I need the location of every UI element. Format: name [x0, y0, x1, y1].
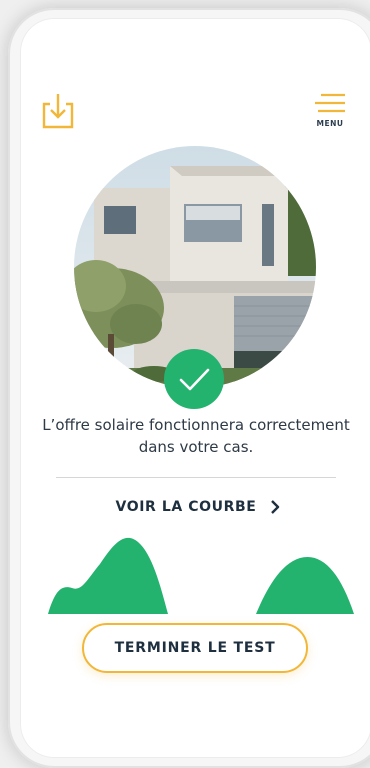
check-icon — [164, 349, 224, 409]
view-curve-label: VOIR LA COURBE — [115, 499, 257, 515]
result-message: L’offre solaire fonctionnera correctemen… — [42, 416, 350, 456]
menu-label: MENU — [316, 119, 344, 128]
menu-button[interactable]: MENU — [307, 92, 353, 136]
hamburger-icon — [315, 93, 345, 113]
finish-test-button[interactable]: TERMINER LE TEST — [82, 623, 308, 673]
chevron-right-icon — [271, 500, 280, 514]
curve-shape-left — [48, 537, 168, 614]
divider — [56, 477, 336, 478]
curve-shape-right — [256, 556, 354, 614]
download-icon[interactable] — [40, 92, 76, 130]
view-curve-link[interactable]: VOIR LA COURBE — [88, 494, 308, 520]
app-screen: MENU L’offre solaire fonctionnera correc… — [20, 18, 370, 758]
production-curve-preview — [48, 537, 354, 614]
